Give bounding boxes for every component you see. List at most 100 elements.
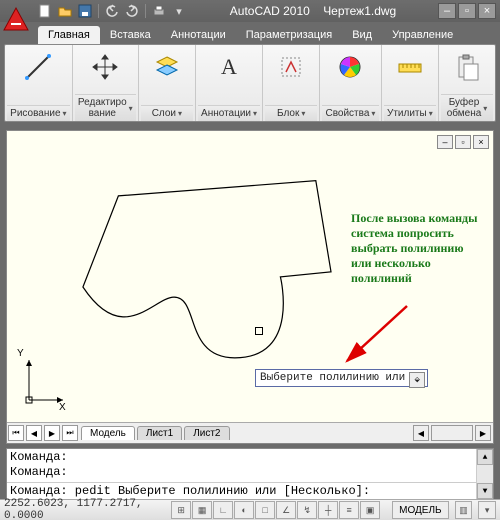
- scroll-left-icon[interactable]: ◀: [413, 425, 429, 441]
- status-bar: 2252.6023, 1177.2717, 0.0000 ⊞ ▦ ∟ ◐ □ ∠…: [0, 499, 500, 520]
- hscroll: ◀ ▶: [413, 425, 491, 441]
- nav-next-icon[interactable]: ▶: [44, 425, 60, 441]
- block-icon: [276, 49, 306, 85]
- app-name: AutoCAD 2010: [230, 4, 310, 18]
- chevron-down-icon: ▾: [129, 104, 133, 113]
- separator: [145, 4, 146, 18]
- grid-toggle[interactable]: ▦: [192, 501, 212, 519]
- qp-toggle[interactable]: ▣: [360, 501, 380, 519]
- drawing-canvas[interactable]: – ▫ × После вызова команды система попро…: [7, 131, 493, 443]
- tab-model[interactable]: Модель: [81, 426, 135, 440]
- tab-sheet1[interactable]: Лист1: [137, 426, 182, 440]
- quick-access-toolbar: ▾: [36, 2, 188, 20]
- qat-undo-icon[interactable]: [103, 2, 121, 20]
- panel-layers-label: Слои: [152, 108, 176, 119]
- chevron-down-icon: ▾: [253, 109, 257, 118]
- cmd-line: Команда:: [10, 465, 473, 481]
- panel-utilities[interactable]: Утилиты▾: [382, 45, 439, 121]
- move-icon: [90, 49, 120, 85]
- tab-sheet2[interactable]: Лист2: [184, 426, 229, 440]
- scroll-down-icon[interactable]: ▼: [477, 483, 493, 499]
- ortho-toggle[interactable]: ∟: [213, 501, 233, 519]
- layout-nav: ⏮ ◀ ▶ ⏭: [7, 425, 79, 441]
- qat-redo-icon[interactable]: [123, 2, 141, 20]
- cmd-line: Команда:: [10, 450, 473, 466]
- panel-properties[interactable]: Свойства▾: [320, 45, 381, 121]
- svg-text:A: A: [221, 54, 237, 79]
- qat-open-icon[interactable]: [56, 2, 74, 20]
- prompt-options-icon[interactable]: ⬙: [409, 372, 425, 388]
- qat-print-icon[interactable]: [150, 2, 168, 20]
- statusbar-options-icon[interactable]: ▾: [478, 501, 496, 519]
- ribbon-tabbar: Главная Вставка Аннотации Параметризация…: [0, 22, 500, 44]
- doc-close-button[interactable]: ×: [473, 135, 489, 149]
- text-icon: A: [214, 49, 244, 85]
- status-toggles: ⊞ ▦ ∟ ◐ □ ∠ ↯ ┼ ≡ ▣: [171, 501, 380, 519]
- otrack-toggle[interactable]: ∠: [276, 501, 296, 519]
- ducs-toggle[interactable]: ↯: [297, 501, 317, 519]
- panel-clipboard[interactable]: Буфер обмена▾: [439, 45, 495, 121]
- nav-last-icon[interactable]: ⏭: [62, 425, 78, 441]
- minimize-button[interactable]: –: [438, 3, 456, 19]
- osnap-toggle[interactable]: □: [255, 501, 275, 519]
- panel-edit[interactable]: Редактиро вание▾: [73, 45, 139, 121]
- window-title: AutoCAD 2010 Чертеж1.dwg: [188, 4, 438, 18]
- model-paper-toggle[interactable]: МОДЕЛЬ: [392, 501, 448, 519]
- axis-x-label: X: [59, 402, 66, 413]
- doc-minimize-button[interactable]: –: [437, 135, 453, 149]
- panel-block[interactable]: Блок▾: [263, 45, 320, 121]
- doc-window-controls: – ▫ ×: [437, 135, 489, 149]
- clipboard-icon: [452, 49, 482, 85]
- line-icon: [23, 49, 53, 85]
- restore-button[interactable]: ▫: [458, 3, 476, 19]
- dyn-toggle[interactable]: ┼: [318, 501, 338, 519]
- qat-save-icon[interactable]: [76, 2, 94, 20]
- command-window[interactable]: Команда: Команда: Команда: pedit Выберит…: [6, 448, 494, 500]
- command-input[interactable]: Команда: pedit Выберите полилинию или [Н…: [7, 483, 476, 499]
- tab-annotations[interactable]: Аннотации: [161, 26, 236, 44]
- chevron-down-icon: ▾: [483, 104, 487, 113]
- cmd-scrollbar[interactable]: ▲ ▼: [476, 449, 493, 499]
- tab-insert[interactable]: Вставка: [100, 26, 161, 44]
- ucs-icon: Y X: [17, 352, 67, 415]
- panel-annot-label: Аннотации: [201, 108, 251, 119]
- scroll-right-icon[interactable]: ▶: [475, 425, 491, 441]
- panel-layers[interactable]: Слои▾: [139, 45, 196, 121]
- nav-prev-icon[interactable]: ◀: [26, 425, 42, 441]
- layout-tabs: ⏮ ◀ ▶ ⏭ Модель Лист1 Лист2 ◀ ▶: [7, 422, 493, 443]
- tab-manage[interactable]: Управление: [382, 26, 463, 44]
- tab-view[interactable]: Вид: [342, 26, 382, 44]
- colorwheel-icon: [335, 49, 365, 85]
- panel-edit-label: Редактиро вание: [78, 97, 127, 119]
- chevron-down-icon: ▾: [178, 109, 182, 118]
- scroll-thumb[interactable]: [431, 425, 473, 441]
- nav-first-icon[interactable]: ⏮: [8, 425, 24, 441]
- app-menu-button[interactable]: [0, 4, 32, 36]
- doc-restore-button[interactable]: ▫: [455, 135, 471, 149]
- window-controls: – ▫ ×: [438, 3, 496, 19]
- tab-home[interactable]: Главная: [38, 26, 100, 44]
- tab-parametric[interactable]: Параметризация: [236, 26, 342, 44]
- qat-menu-chevron-icon[interactable]: ▾: [170, 2, 188, 20]
- snap-toggle[interactable]: ⊞: [171, 501, 191, 519]
- panel-props-label: Свойства: [325, 108, 369, 119]
- panel-annotation[interactable]: A Аннотации▾: [196, 45, 263, 121]
- statusbar-menu-icon[interactable]: ▥: [455, 501, 473, 519]
- axis-y-label: Y: [17, 348, 24, 359]
- chevron-down-icon: ▾: [371, 109, 375, 118]
- panel-draw-label: Рисование: [10, 108, 60, 119]
- arrow-icon: [337, 301, 417, 371]
- panel-draw[interactable]: Рисование▾: [5, 45, 73, 121]
- qat-new-icon[interactable]: [36, 2, 54, 20]
- lwt-toggle[interactable]: ≡: [339, 501, 359, 519]
- coordinates[interactable]: 2252.6023, 1177.2717, 0.0000: [4, 498, 165, 520]
- annotation-text: После вызова команды система попросить в…: [351, 211, 481, 286]
- scroll-up-icon[interactable]: ▲: [477, 449, 493, 465]
- layers-icon: [152, 49, 182, 85]
- polar-toggle[interactable]: ◐: [234, 501, 254, 519]
- separator: [98, 4, 99, 18]
- dynamic-input-prompt[interactable]: Выберите полилинию или ⬙: [255, 369, 428, 387]
- close-button[interactable]: ×: [478, 3, 496, 19]
- chevron-down-icon: ▾: [63, 109, 67, 118]
- file-name: Чертеж1.dwg: [323, 4, 396, 18]
